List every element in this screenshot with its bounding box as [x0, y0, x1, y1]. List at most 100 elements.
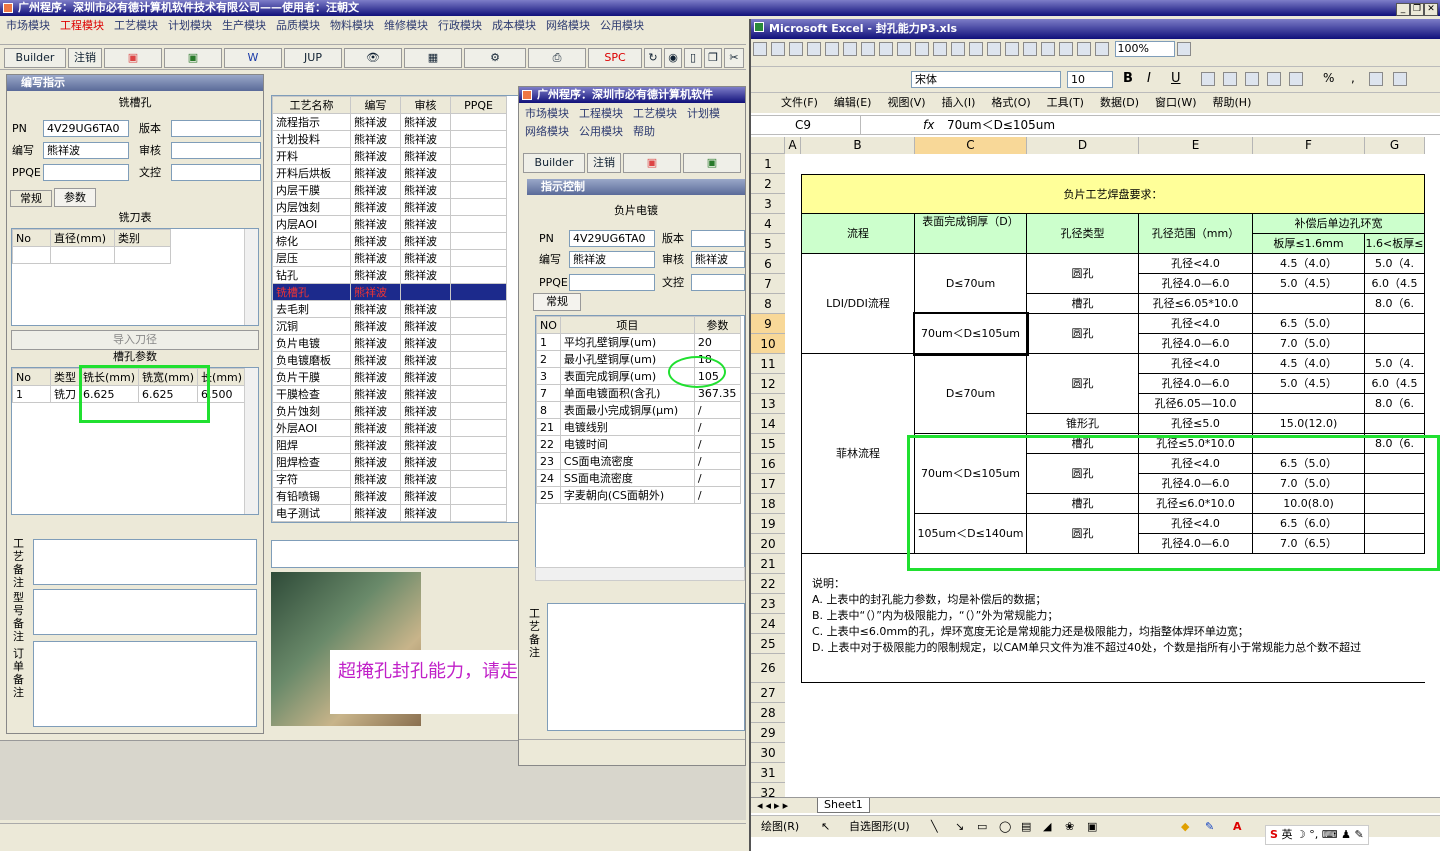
font-size-select[interactable]: 10 — [1067, 71, 1113, 88]
sort-asc-icon[interactable] — [1041, 42, 1055, 56]
column-header[interactable]: A — [785, 137, 801, 154]
process-list[interactable]: 工艺名称 编写 审核 PPQE 流程指示 熊祥波 熊祥波 计划投料 熊祥波 熊祥波 开料 熊祥波 熊祥波… — [271, 95, 521, 523]
row-header[interactable]: 10 — [751, 334, 785, 354]
spell-icon[interactable] — [861, 42, 875, 56]
hole-type-cell[interactable]: 槽孔 — [1027, 294, 1139, 314]
currency-icon[interactable] — [1289, 72, 1303, 86]
fx-icon[interactable]: fx — [923, 116, 934, 134]
row-header[interactable]: 18 — [751, 494, 785, 514]
row-header[interactable]: 23 — [751, 594, 785, 614]
eye-icon[interactable]: 👁 — [344, 48, 402, 68]
row-header[interactable]: 8 — [751, 294, 785, 314]
order-remark-field[interactable] — [33, 641, 257, 727]
permission-icon[interactable] — [807, 42, 821, 56]
ring-gt16-cell[interactable]: 5.0（4. — [1365, 254, 1425, 274]
main-menu-item[interactable]: 市场模块 — [6, 19, 50, 32]
header-hole-type[interactable]: 孔径类型 — [1027, 214, 1139, 254]
process-row[interactable]: 层压 熊祥波 熊祥波 — [272, 249, 507, 267]
review-field[interactable] — [171, 142, 261, 159]
ring-le16-cell[interactable]: 4.5（4.0） — [1253, 354, 1365, 374]
spc-button[interactable]: SPC — [588, 48, 642, 68]
process-remark-field[interactable] — [33, 539, 257, 585]
oval-icon[interactable]: ◯ — [999, 816, 1011, 838]
ring-gt16-cell[interactable]: 8.0（6. — [1365, 294, 1425, 314]
header-thickness[interactable]: 表面完成铜厚（D） — [915, 214, 1027, 254]
main-menu-item[interactable]: 维修模块 — [384, 19, 428, 32]
table-title-cell[interactable]: 负片工艺焊盘要求： — [801, 174, 1425, 214]
line-icon[interactable]: ╲ — [931, 816, 938, 838]
wordart-icon[interactable]: ◢ — [1043, 816, 1051, 838]
param-row[interactable]: 22 电镀时间 / — [536, 435, 741, 453]
excel-menu-item[interactable]: 视图(V) — [887, 96, 925, 109]
main-menu-item[interactable]: 品质模块 — [276, 19, 320, 32]
note-line[interactable]: D. 上表中对于极限能力的限制规定，以CAM单只文件为准不超过40处，个数是指所… — [812, 640, 1361, 656]
ime-mode[interactable]: 英 — [1281, 828, 1292, 841]
process-row[interactable]: 计划投料 熊祥波 熊祥波 — [272, 130, 507, 148]
row-header[interactable]: 30 — [751, 743, 785, 763]
param-row[interactable]: 8 表面最小完成铜厚(μm) / — [536, 401, 741, 419]
header-thickness-gt16[interactable]: 1.6<板厚≤ — [1365, 234, 1425, 254]
row-header[interactable]: 13 — [751, 394, 785, 414]
logout-button[interactable]: 注销 — [68, 48, 102, 68]
align-center-icon[interactable] — [1223, 72, 1237, 86]
column-header[interactable]: F — [1253, 137, 1365, 154]
restore-icon[interactable]: ❐ — [1410, 3, 1424, 16]
row-header[interactable]: 5 — [751, 234, 785, 254]
second-logout-button[interactable]: 注销 — [587, 153, 621, 173]
process-note-field[interactable] — [271, 540, 521, 568]
ring-le16-cell[interactable]: 6.5（5.0） — [1253, 314, 1365, 334]
hole-range-cell[interactable]: 孔径4.0—6.0 — [1139, 274, 1253, 294]
row-header[interactable]: 12 — [751, 374, 785, 394]
second-menu-item[interactable]: 公用模块 — [579, 125, 623, 138]
excel-menu-item[interactable]: 帮助(H) — [1213, 96, 1252, 109]
thickness-cell[interactable]: D≤70um — [915, 254, 1027, 314]
hyperlink-icon[interactable] — [1005, 42, 1019, 56]
comma-icon[interactable]: , — [1351, 71, 1355, 85]
jup-button[interactable]: JUP — [284, 48, 342, 68]
second-ppt-icon[interactable]: ▣ — [623, 153, 681, 173]
param-row[interactable]: 7 单面电镀面积(含孔) 367.35 — [536, 384, 741, 402]
flow-film[interactable]: 菲林流程 — [801, 354, 915, 554]
close-icon[interactable]: ✕ — [1424, 3, 1438, 16]
tab-general[interactable]: 常规 — [10, 190, 52, 207]
ring-le16-cell[interactable] — [1253, 294, 1365, 314]
model-remark-field[interactable] — [33, 589, 257, 635]
ring-le16-cell[interactable]: 15.0(12.0) — [1253, 414, 1365, 434]
ring-le16-cell[interactable] — [1253, 394, 1365, 414]
bold-icon[interactable]: B — [1123, 71, 1133, 86]
document-icon[interactable]: ▯ — [684, 48, 702, 68]
zoom-select[interactable]: 100% — [1114, 41, 1175, 57]
open-icon[interactable] — [771, 42, 785, 56]
param-row[interactable]: 25 字麦朝向(CS面朝外) / — [536, 486, 741, 504]
process-col-header[interactable]: PPQE — [450, 96, 507, 114]
header-hole-range[interactable]: 孔径范围（mm） — [1139, 214, 1253, 254]
sheet-nav-icon[interactable]: ◂◂▸▸ — [757, 799, 791, 812]
hole-type-cell[interactable]: 圆孔 — [1027, 354, 1139, 414]
row-header[interactable]: 19 — [751, 514, 785, 534]
printer-icon[interactable]: ⎙ — [528, 48, 586, 68]
column-header[interactable]: B — [801, 137, 915, 154]
excel-menu-item[interactable]: 窗口(W) — [1155, 96, 1196, 109]
second-remark-field[interactable] — [547, 603, 745, 731]
second-menu-item[interactable]: 市场模块 — [525, 107, 569, 120]
param-row[interactable]: 23 CS面电流密度 / — [536, 452, 741, 470]
underline-icon[interactable]: U — [1171, 71, 1181, 86]
name-box[interactable]: C9 — [751, 116, 861, 134]
import-cutter-button[interactable]: 导入刀径 — [11, 330, 259, 350]
process-row[interactable]: 开料 熊祥波 熊祥波 — [272, 147, 507, 165]
paste-icon[interactable] — [933, 42, 947, 56]
save-icon[interactable] — [789, 42, 803, 56]
column-header[interactable]: C — [915, 137, 1027, 154]
row-header[interactable]: 14 — [751, 414, 785, 434]
print-icon[interactable] — [825, 42, 839, 56]
cutter-table[interactable]: No 直径(mm) 类别 — [11, 228, 259, 326]
copy-icon[interactable]: ❐ — [704, 48, 722, 68]
row-header[interactable]: 15 — [751, 434, 785, 454]
tab-params[interactable]: 参数 — [54, 188, 96, 207]
second-tab-general[interactable]: 常规 — [533, 293, 581, 311]
second-version-field[interactable] — [691, 230, 745, 247]
process-row[interactable]: 开料后烘板 熊祥波 熊祥波 — [272, 164, 507, 182]
row-header[interactable]: 21 — [751, 554, 785, 574]
row-header[interactable]: 27 — [751, 683, 785, 703]
ring-le16-cell[interactable]: 5.0（4.5） — [1253, 274, 1365, 294]
